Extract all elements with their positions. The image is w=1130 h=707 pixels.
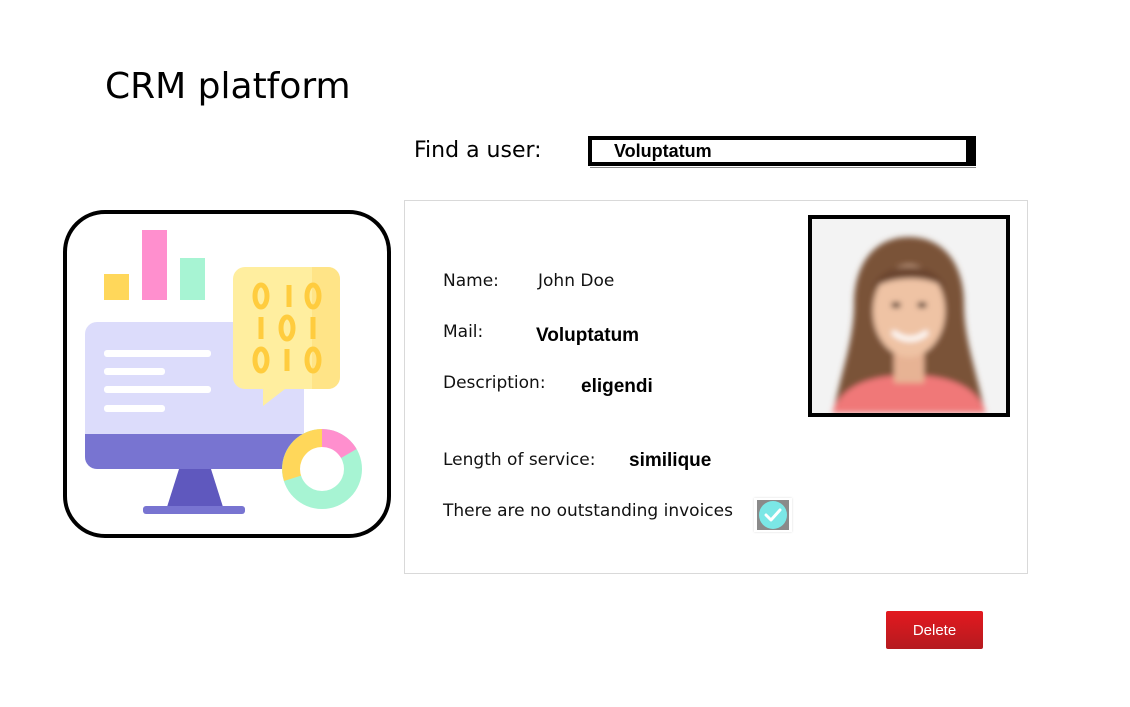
crm-dashboard-illustration: [63, 210, 391, 538]
service-value: similique: [629, 450, 712, 471]
mail-value: Voluptatum: [536, 325, 640, 346]
user-profile-card: Name: John Doe Mail: Voluptatum Descript…: [404, 200, 1028, 574]
search-underline: [590, 167, 976, 168]
service-label: Length of service:: [443, 450, 596, 470]
bar-green: [180, 258, 205, 300]
bar-pink: [142, 230, 167, 300]
user-search-field[interactable]: [588, 136, 976, 166]
monitor-base: [143, 506, 245, 514]
description-label: Description:: [443, 373, 546, 393]
name-value: John Doe: [538, 271, 615, 291]
description-value: eligendi: [581, 376, 653, 397]
mail-label: Mail:: [443, 322, 484, 342]
name-label: Name:: [443, 271, 499, 291]
monitor-bezel: [85, 434, 304, 469]
invoices-status: There are no outstanding invoices: [443, 501, 733, 521]
user-photo: [808, 215, 1010, 417]
donut-chart: [282, 429, 362, 509]
delete-button[interactable]: Delete: [886, 611, 983, 649]
check-circle-icon: [754, 498, 792, 532]
bar-yellow: [104, 274, 129, 300]
page-title: CRM platform: [105, 66, 351, 107]
find-user-label: Find a user:: [414, 138, 542, 163]
search-input[interactable]: [592, 140, 966, 162]
